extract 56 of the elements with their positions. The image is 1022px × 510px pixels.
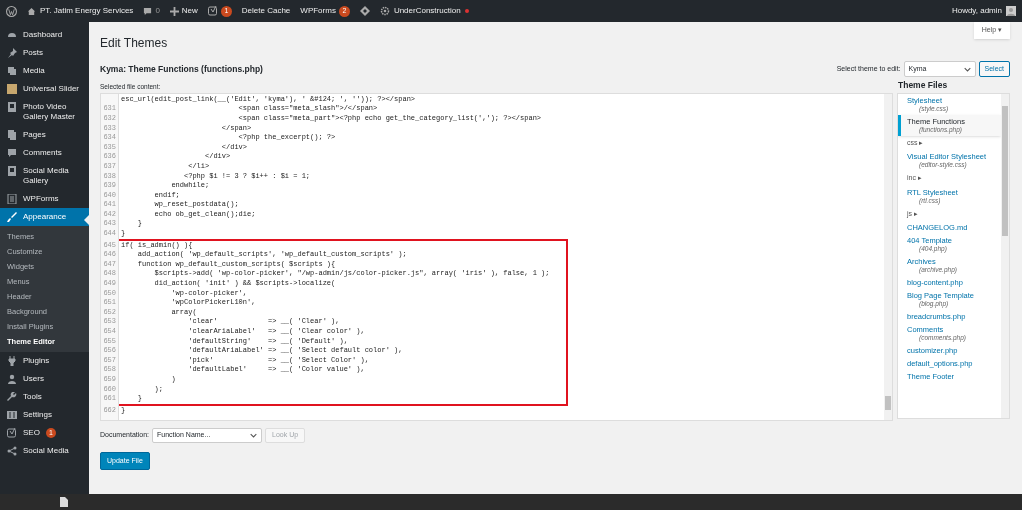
settings-icon [7,410,17,420]
sidebar-item[interactable]: Media [0,62,89,80]
pages-icon [7,130,17,140]
person-icon [7,374,17,384]
media-icon [7,66,17,76]
sidebar-item[interactable]: Posts [0,44,89,62]
slider-logo-icon [7,84,17,94]
sidebar-item[interactable]: WPForms [0,190,89,208]
chevron-down-icon [250,431,258,439]
sidebar-item[interactable]: Pages [0,126,89,144]
sidebar-item[interactable]: Tools [0,388,89,406]
sidebar-item[interactable]: Photo Video Gallery Master [0,98,89,126]
sidebar-item[interactable]: Users [0,370,89,388]
sidebar-item[interactable]: Plugins [0,352,89,370]
sidebar-item[interactable]: Universal Slider [0,80,89,98]
seo-logo-icon [207,6,218,16]
delete-cache-link[interactable]: Delete Cache [241,5,291,17]
avatar-icon [1006,6,1016,16]
site-name-link[interactable]: PT. Jatim Energy Services [27,5,134,17]
form-icon [7,194,17,204]
sidebar-item[interactable]: Comments [0,144,89,162]
scrollbar[interactable] [1001,93,1009,418]
account-link[interactable]: Howdy, admin [951,5,1016,17]
diamond-icon[interactable] [359,6,370,16]
page-title: Edit Themes [100,35,169,52]
paintbrush-icon [7,212,17,222]
under-construction-link[interactable]: UnderConstruction [379,5,469,17]
share-icon [7,446,17,456]
document-icon[interactable] [60,497,68,507]
pushpin-icon [7,48,17,58]
plug-icon [7,356,17,366]
theme-files-heading: Theme Files [898,79,949,92]
code-editor[interactable] [100,92,893,421]
wordpress-logo-icon[interactable] [6,5,17,17]
gallery-icon [7,102,17,112]
gauge-icon [7,30,17,40]
seo-logo-icon [7,428,17,438]
new-link[interactable]: New [169,5,198,17]
gallery-icon [7,166,17,176]
comments-link[interactable]: 0 [143,5,160,17]
chevron-down-icon [963,65,971,73]
sidebar-item[interactable]: Social Media [0,442,89,460]
speech-bubble-icon [7,148,17,158]
sidebar-item[interactable]: Appearance [0,208,89,226]
sidebar-item[interactable]: Settings [0,406,89,424]
sidebar-item[interactable]: Social Media Gallery [0,162,89,190]
theme-files-list[interactable] [897,92,1010,419]
file-title: Kyma: Theme Functions (functions.php) [100,62,263,76]
scrollbar[interactable] [884,93,892,420]
sidebar-item[interactable]: Dashboard [0,26,89,44]
gear-icon [379,6,390,16]
home-icon [27,6,36,16]
wpforms-label: WPForms [300,5,336,17]
speech-bubble-icon [143,6,153,16]
plus-icon [169,6,179,16]
wrench-icon [7,392,17,402]
